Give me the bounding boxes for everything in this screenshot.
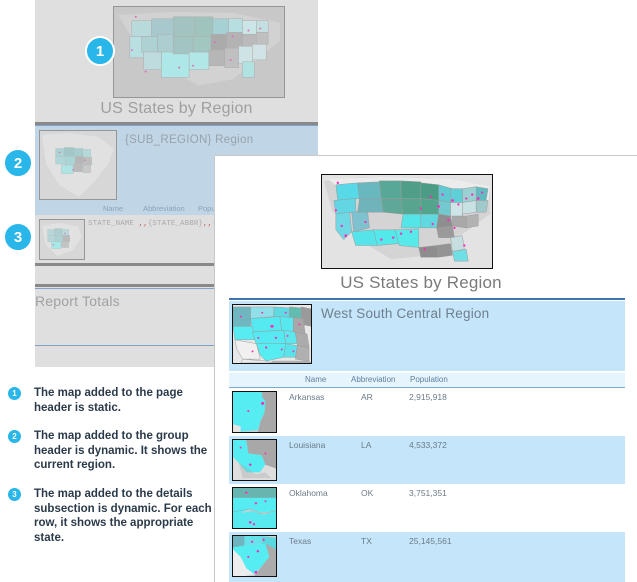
legend-text-1: The map added to the page header is stat…	[34, 387, 183, 414]
design-field-state-name: STATE_NAME	[88, 220, 135, 228]
design-group-header-map[interactable]	[39, 130, 117, 200]
oklahoma-map-icon	[233, 488, 276, 528]
legend-item: 1 The map added to the page header is st…	[8, 386, 213, 415]
preview-page-header-title: US States by Region	[340, 273, 502, 292]
row-state-map[interactable]	[232, 391, 277, 433]
design-page-header-title: US States by Region	[100, 100, 253, 117]
design-col-abbreviation: Abbreviation	[143, 204, 185, 213]
row-state-population: 2,915,918	[409, 392, 447, 402]
legend-badge-1: 1	[8, 387, 21, 400]
report-preview-page: US States by Region West South Central R…	[215, 156, 637, 582]
design-page-header-map[interactable]	[113, 6, 285, 98]
legend-text-3: The map added to the details subsection …	[34, 487, 212, 544]
table-row[interactable]: Texas TX 25,145,561	[229, 532, 625, 580]
design-report-totals-title: Report Totals	[35, 293, 120, 309]
report-preview-panel: US States by Region West South Central R…	[214, 155, 637, 582]
legend-badge-2: 2	[8, 430, 21, 444]
preview-page-header-map[interactable]	[321, 174, 493, 269]
legend-item: 2 The map added to the group header is d…	[8, 429, 213, 473]
state-dynamic-map-icon	[40, 220, 84, 259]
row-state-map[interactable]	[232, 487, 277, 529]
preview-group-header-section: West South Central Region	[229, 301, 625, 371]
preview-col-abbreviation: Abbreviation	[351, 375, 396, 384]
design-col-name: Name	[103, 204, 124, 213]
callout-badge-1: 1	[85, 36, 115, 66]
row-state-abbr: TX	[361, 536, 372, 546]
preview-column-headers: Name Abbreviation Population	[229, 373, 625, 387]
preview-col-population: Population	[410, 375, 448, 384]
legend-badge-3: 3	[8, 487, 21, 501]
design-details-map[interactable]	[39, 219, 85, 260]
row-state-population: 4,533,372	[409, 440, 447, 450]
callout-badge-2: 2	[3, 148, 33, 178]
louisiana-map-icon	[233, 440, 276, 480]
north-america-region-map-icon	[40, 131, 116, 199]
legend-item: 3 The map added to the details subsectio…	[8, 487, 213, 545]
preview-table-rows: Arkansas AR 2,915,918 Louisiana LA 4,533…	[229, 388, 625, 580]
texas-map-icon	[233, 536, 276, 576]
table-row[interactable]: Louisiana LA 4,533,372	[229, 436, 625, 484]
legend: 1 The map added to the page header is st…	[8, 386, 213, 559]
table-row[interactable]: Arkansas AR 2,915,918	[229, 388, 625, 436]
legend-text-2: The map added to the group header is dyn…	[34, 430, 208, 472]
design-field-state-abbr: {STATE_ABBR}	[147, 220, 204, 228]
row-state-name: Louisiana	[289, 440, 326, 450]
row-state-abbr: LA	[361, 440, 372, 450]
preview-group-header-label: West South Central Region	[321, 306, 490, 321]
callout-badge-3: 3	[3, 222, 33, 252]
design-group-header-label: {SUB_REGION} Region	[125, 134, 254, 146]
row-state-abbr: OK	[361, 488, 374, 498]
table-row[interactable]: Oklahoma OK 3,751,351	[229, 484, 625, 532]
row-state-name: Oklahoma	[289, 488, 328, 498]
screenshot-root: US States by Region {SUB_REGION} Region …	[0, 0, 637, 582]
preview-col-name: Name	[305, 375, 327, 384]
preview-group-header-rule	[229, 298, 625, 300]
us-states-by-region-map-icon	[322, 175, 492, 268]
row-state-population: 3,751,351	[409, 488, 447, 498]
arkansas-map-icon	[233, 392, 276, 432]
row-state-map[interactable]	[232, 439, 277, 481]
preview-group-header-map[interactable]	[232, 304, 312, 364]
row-state-abbr: AR	[361, 392, 373, 402]
west-south-central-region-map-icon	[233, 305, 311, 363]
row-state-map[interactable]	[232, 535, 277, 577]
us-states-region-map-icon	[114, 7, 284, 97]
row-state-name: Arkansas	[289, 392, 325, 402]
row-state-name: Texas	[289, 536, 312, 546]
design-details-field-expression: STATE_NAME ,,{STATE_ABBR},,{PO	[88, 220, 226, 228]
row-state-population: 25,145,561	[409, 536, 452, 546]
